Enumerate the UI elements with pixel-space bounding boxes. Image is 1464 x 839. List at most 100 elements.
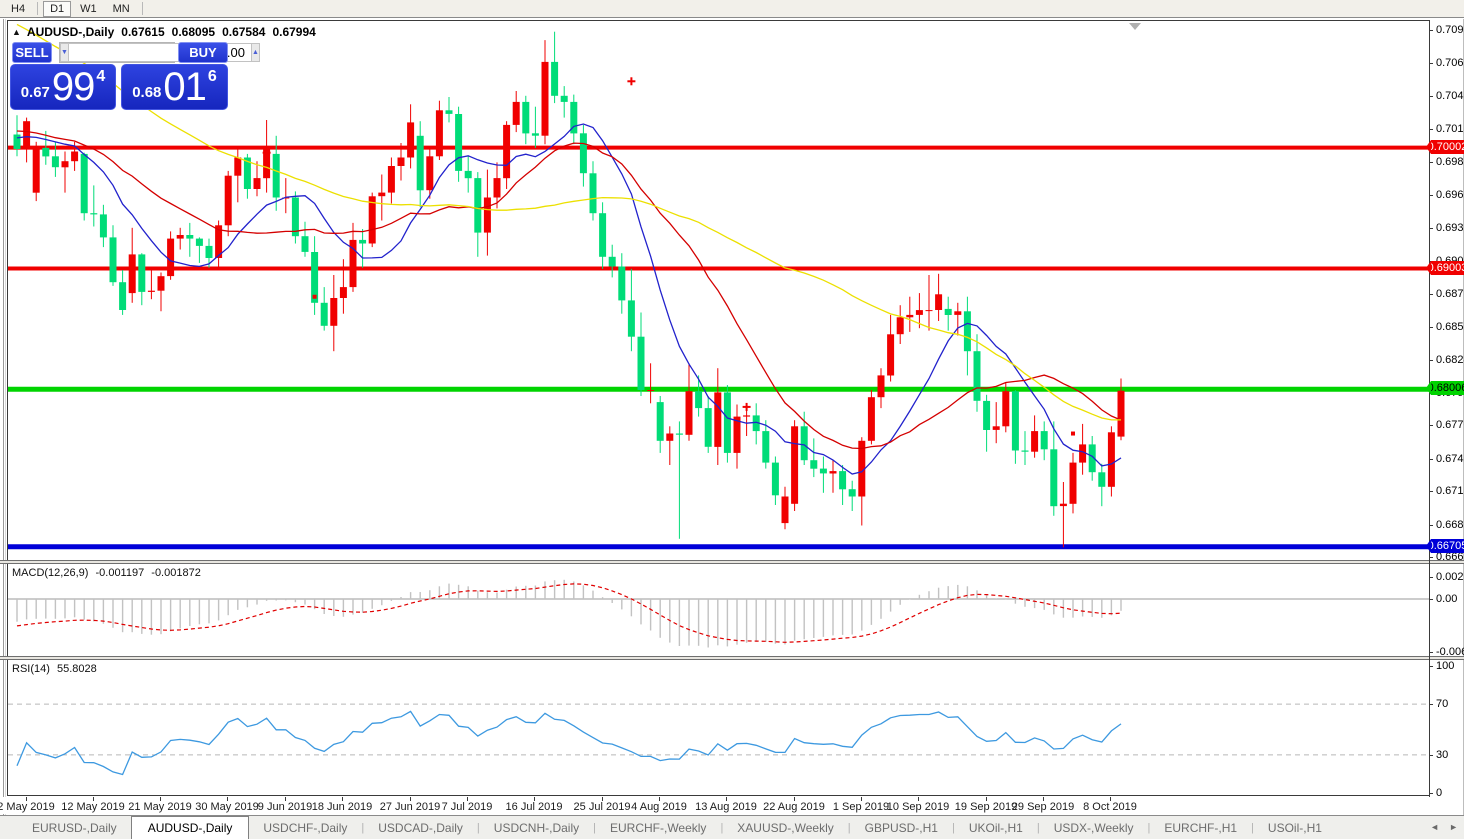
date-label: 4 Aug 2019 xyxy=(631,801,687,813)
cross-marker xyxy=(627,77,635,85)
volume-decrease-button[interactable]: ▼ xyxy=(60,43,69,62)
date-label: 13 Aug 2019 xyxy=(695,801,757,813)
date-label: 19 Sep 2019 xyxy=(955,801,1017,813)
date-label: 12 May 2019 xyxy=(61,801,125,813)
price-tick: 0.69330 xyxy=(1436,222,1464,234)
tab-gbpusd-h1[interactable]: GBPUSD-,H1 xyxy=(851,817,952,839)
price-tag-0.70002: 0.70002 xyxy=(1431,140,1464,154)
price-tick: 0.70965 xyxy=(1436,24,1464,36)
price-tick: 0.67700 xyxy=(1436,419,1464,431)
macd-signal-line xyxy=(17,584,1121,642)
price-tick: 0.69605 xyxy=(1436,189,1464,201)
dot-marker xyxy=(313,295,317,299)
toolbar-separator xyxy=(37,2,38,15)
chart-title: ▲ AUDUSD-,Daily 0.67615 0.68095 0.67584 … xyxy=(12,25,316,39)
price-tag-0.68006: 0.68006 xyxy=(1431,381,1464,395)
macd-tick: -0.006326 xyxy=(1436,646,1464,658)
date-label: 9 Jun 2019 xyxy=(258,801,312,813)
tab-audusd-daily[interactable]: AUDUSD-,Daily xyxy=(131,816,250,839)
date-label: 16 Jul 2019 xyxy=(506,801,563,813)
tab-usdcad-daily[interactable]: USDCAD-,Daily xyxy=(364,817,477,839)
rsi-tick: 100 xyxy=(1436,660,1454,672)
timeframe-toolbar: H4 D1W1MN xyxy=(0,0,1464,18)
price-tick: 0.68515 xyxy=(1436,321,1464,333)
price-tick: 0.68785 xyxy=(1436,288,1464,300)
symbol-tab-bar: EURUSD-,DailyAUDUSD-,DailyUSDCHF-,Daily|… xyxy=(0,815,1464,839)
ohlc-high: 0.68095 xyxy=(172,25,215,39)
timeframe-button-mn[interactable]: MN xyxy=(106,1,137,17)
rsi-chart[interactable] xyxy=(7,660,1429,796)
price-tick: 0.66880 xyxy=(1436,519,1464,531)
ma-10 xyxy=(17,124,1121,474)
tab-usdchf-daily[interactable]: USDCHF-,Daily xyxy=(249,817,361,839)
buy-button[interactable]: BUY xyxy=(178,42,228,63)
macd-tick: 0.00 xyxy=(1436,593,1457,605)
price-tick: 0.69875 xyxy=(1436,156,1464,168)
rsi-line xyxy=(17,711,1121,774)
date-label: 29 Sep 2019 xyxy=(1012,801,1074,813)
price-tick: 0.70695 xyxy=(1436,57,1464,69)
price-axis-border xyxy=(1429,20,1430,797)
tab-xauusd-weekly[interactable]: XAUUSD-,Weekly xyxy=(723,817,847,839)
cross-marker xyxy=(743,403,751,411)
macd-value-1: -0.001197 xyxy=(95,567,144,579)
date-label: 25 Jul 2019 xyxy=(574,801,631,813)
price-tick: 0.70420 xyxy=(1436,90,1464,102)
price-tick: 0.70150 xyxy=(1436,123,1464,135)
tab-usdcnh-daily[interactable]: USDCNH-,Daily xyxy=(480,817,593,839)
rsi-value: 55.8028 xyxy=(57,663,97,675)
price-tick: 0.67155 xyxy=(1436,485,1464,497)
collapse-triangle-icon[interactable]: ▲ xyxy=(12,27,21,37)
timeframe-button-h4[interactable]: H4 xyxy=(4,1,32,17)
buy-price-sup: 6 xyxy=(208,68,217,86)
ohlc-open: 0.67615 xyxy=(121,25,164,39)
date-label: 2 May 2019 xyxy=(0,801,55,813)
tab-scroll-right-icon[interactable]: ► xyxy=(1449,822,1458,832)
symbol-name: AUDUSD-,Daily xyxy=(27,25,114,39)
date-label: 18 Jun 2019 xyxy=(312,801,373,813)
timeframe-button-w1[interactable]: W1 xyxy=(73,1,104,17)
rsi-tick: 30 xyxy=(1436,749,1448,761)
sell-price-big: 99 xyxy=(52,68,95,106)
ma-20 xyxy=(17,131,1121,449)
date-label: 7 Jul 2019 xyxy=(442,801,493,813)
dot-marker xyxy=(1071,432,1075,436)
date-label: 30 May 2019 xyxy=(195,801,259,813)
sell-price-small: 0.67 xyxy=(21,84,50,101)
macd-tick: 0.002574 xyxy=(1436,571,1464,583)
sell-button[interactable]: SELL xyxy=(12,42,52,63)
ohlc-close: 0.67994 xyxy=(272,25,315,39)
date-label: 8 Oct 2019 xyxy=(1083,801,1137,813)
tab-eurchf-h1[interactable]: EURCHF-,H1 xyxy=(1150,817,1251,839)
tab-usdx-weekly[interactable]: USDX-,Weekly xyxy=(1040,817,1148,839)
date-label: 22 Aug 2019 xyxy=(763,801,825,813)
tab-eurusd-daily[interactable]: EURUSD-,Daily xyxy=(18,817,131,839)
rsi-label: RSI(14) 55.8028 xyxy=(12,663,97,675)
chart-shift-marker-icon[interactable] xyxy=(1129,23,1141,30)
price-tag-0.66705: 0.66705 xyxy=(1431,539,1464,553)
window-left-edge xyxy=(3,19,6,839)
ohlc-low: 0.67584 xyxy=(222,25,265,39)
price-tick: 0.68240 xyxy=(1436,354,1464,366)
macd-chart[interactable] xyxy=(7,564,1429,656)
macd-label: MACD(12,26,9) -0.001197 -0.001872 xyxy=(12,567,201,579)
price-tag-0.69003: 0.69003 xyxy=(1431,261,1464,275)
sell-price-sup: 4 xyxy=(96,68,105,86)
tab-eurchf-weekly[interactable]: EURCHF-,Weekly xyxy=(596,817,720,839)
buy-price-big: 01 xyxy=(163,68,206,106)
timeframe-button-d1[interactable]: D1 xyxy=(43,1,71,17)
date-label: 10 Sep 2019 xyxy=(887,801,949,813)
toolbar-separator xyxy=(142,2,143,15)
volume-increase-button[interactable]: ▲ xyxy=(251,43,260,62)
buy-price-small: 0.68 xyxy=(132,84,161,101)
buy-price-box[interactable]: 0.68 01 6 xyxy=(121,64,228,110)
tab-scroll-left-icon[interactable]: ◄ xyxy=(1430,822,1439,832)
sell-price-box[interactable]: 0.67 99 4 xyxy=(10,64,116,110)
date-label: 27 Jun 2019 xyxy=(380,801,441,813)
date-axis: 2 May 2019 12 May 2019 21 May 2019 30 Ma… xyxy=(0,797,1429,814)
tab-usoil-h1[interactable]: USOil-,H1 xyxy=(1254,817,1336,839)
price-tick: 0.67425 xyxy=(1436,453,1464,465)
volume-spinner: ▼ ▲ xyxy=(59,42,175,63)
tab-ukoil-h1[interactable]: UKOil-,H1 xyxy=(955,817,1037,839)
tab-scroll-buttons: ◄ ► xyxy=(1430,822,1458,832)
